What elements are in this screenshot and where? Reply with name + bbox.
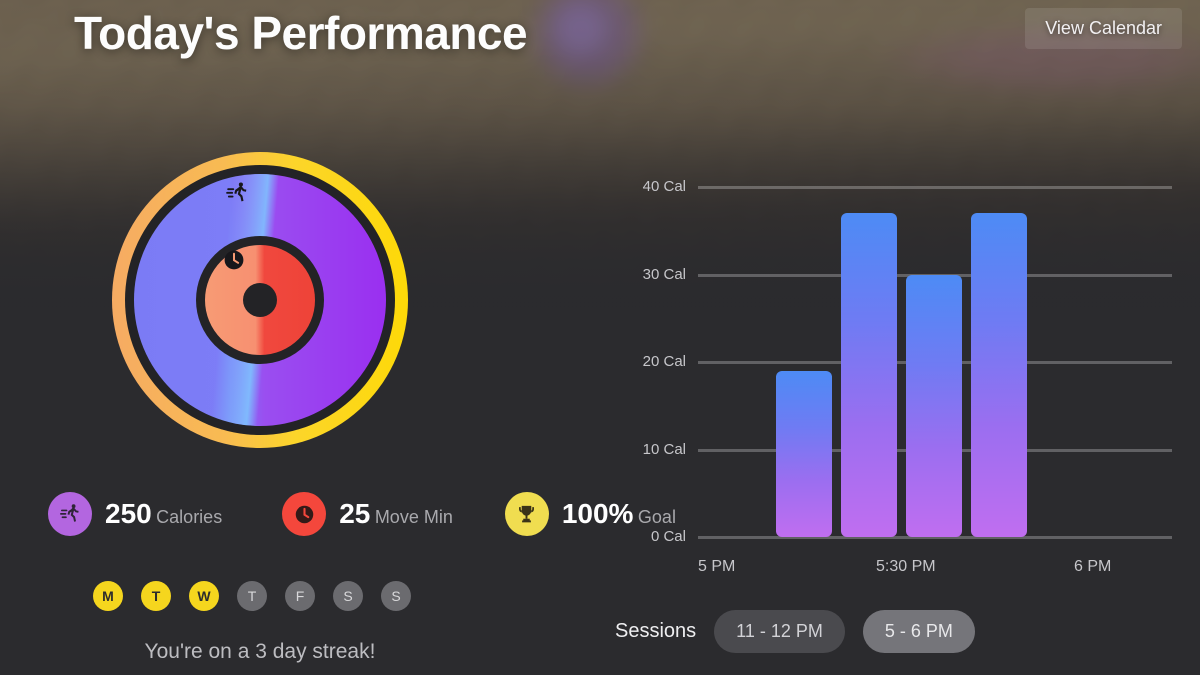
move-min-badge	[282, 492, 327, 536]
chart-y-tick-label: 20 Cal	[642, 353, 686, 370]
weekday-circle[interactable]: T	[141, 581, 171, 611]
chart-y-tick-label: 40 Cal	[642, 178, 686, 195]
dashboard-root: Today's Performance View Calendar 250 Ca…	[0, 0, 1200, 675]
chart-bar[interactable]	[776, 370, 832, 537]
session-chip[interactable]: 5 - 6 PM	[862, 610, 975, 653]
chart-x-tick-label: 5:30 PM	[876, 558, 936, 575]
chart-x-tick-label: 6 PM	[1074, 558, 1112, 575]
weekday-circle[interactable]: F	[285, 581, 315, 611]
chart-y-tick-label: 0 Cal	[650, 528, 686, 545]
goal-badge	[504, 492, 549, 536]
sessions-row: Sessions 11 - 12 PM 5 - 6 PM	[615, 610, 975, 653]
trophy-icon	[519, 505, 535, 522]
chart-x-axis-labels: 5 PM 5:30 PM 6 PM	[612, 558, 1172, 580]
stats-row: 250 Calories 25 Move Min 100% Goal	[48, 492, 676, 536]
calories-text: 250 Calories	[105, 497, 223, 529]
view-calendar-button[interactable]: View Calendar	[1025, 8, 1182, 49]
streak-message: You're on a 3 day streak!	[144, 640, 376, 663]
weekday-circle[interactable]: W	[189, 581, 219, 611]
stat-move-min[interactable]: 25 Move Min	[282, 492, 453, 536]
ring-center-dot	[243, 283, 277, 317]
weekday-streak-row: MTWTFSS	[93, 581, 411, 611]
chart-bar[interactable]	[906, 274, 962, 537]
clock-icon	[222, 248, 246, 277]
weekday-circle[interactable]: S	[333, 581, 363, 611]
calories-label: Calories	[156, 506, 223, 527]
activity-rings[interactable]	[112, 152, 408, 448]
calories-value: 250	[105, 497, 152, 529]
session-chip[interactable]: 11 - 12 PM	[714, 610, 845, 653]
move-min-text: 25 Move Min	[339, 497, 453, 529]
chart-x-tick-label: 5 PM	[698, 558, 736, 575]
running-icon	[224, 180, 250, 211]
weekday-circle[interactable]: S	[381, 581, 411, 611]
calories-bar-chart: 40 Cal 30 Cal 20 Cal 10 Cal 0 Cal	[612, 176, 1172, 551]
chart-y-tick-label: 30 Cal	[642, 265, 686, 283]
chart-bar[interactable]	[841, 213, 897, 537]
page-title: Today's Performance	[74, 7, 528, 59]
move-min-value: 25	[339, 497, 371, 529]
chart-y-tick-label: 10 Cal	[642, 440, 686, 458]
move-min-label: Move Min	[374, 506, 453, 527]
sessions-label: Sessions	[615, 620, 697, 642]
session-chips: 11 - 12 PM 5 - 6 PM	[696, 610, 975, 653]
stat-calories[interactable]: 250 Calories	[48, 492, 222, 536]
weekday-circle[interactable]: M	[93, 581, 123, 611]
running-icon	[60, 504, 79, 522]
chart-plot-area	[698, 187, 1172, 537]
chart-bar[interactable]	[971, 213, 1027, 537]
weekday-circle[interactable]: T	[237, 581, 267, 611]
clock-icon	[295, 505, 313, 523]
calories-badge	[48, 492, 92, 536]
